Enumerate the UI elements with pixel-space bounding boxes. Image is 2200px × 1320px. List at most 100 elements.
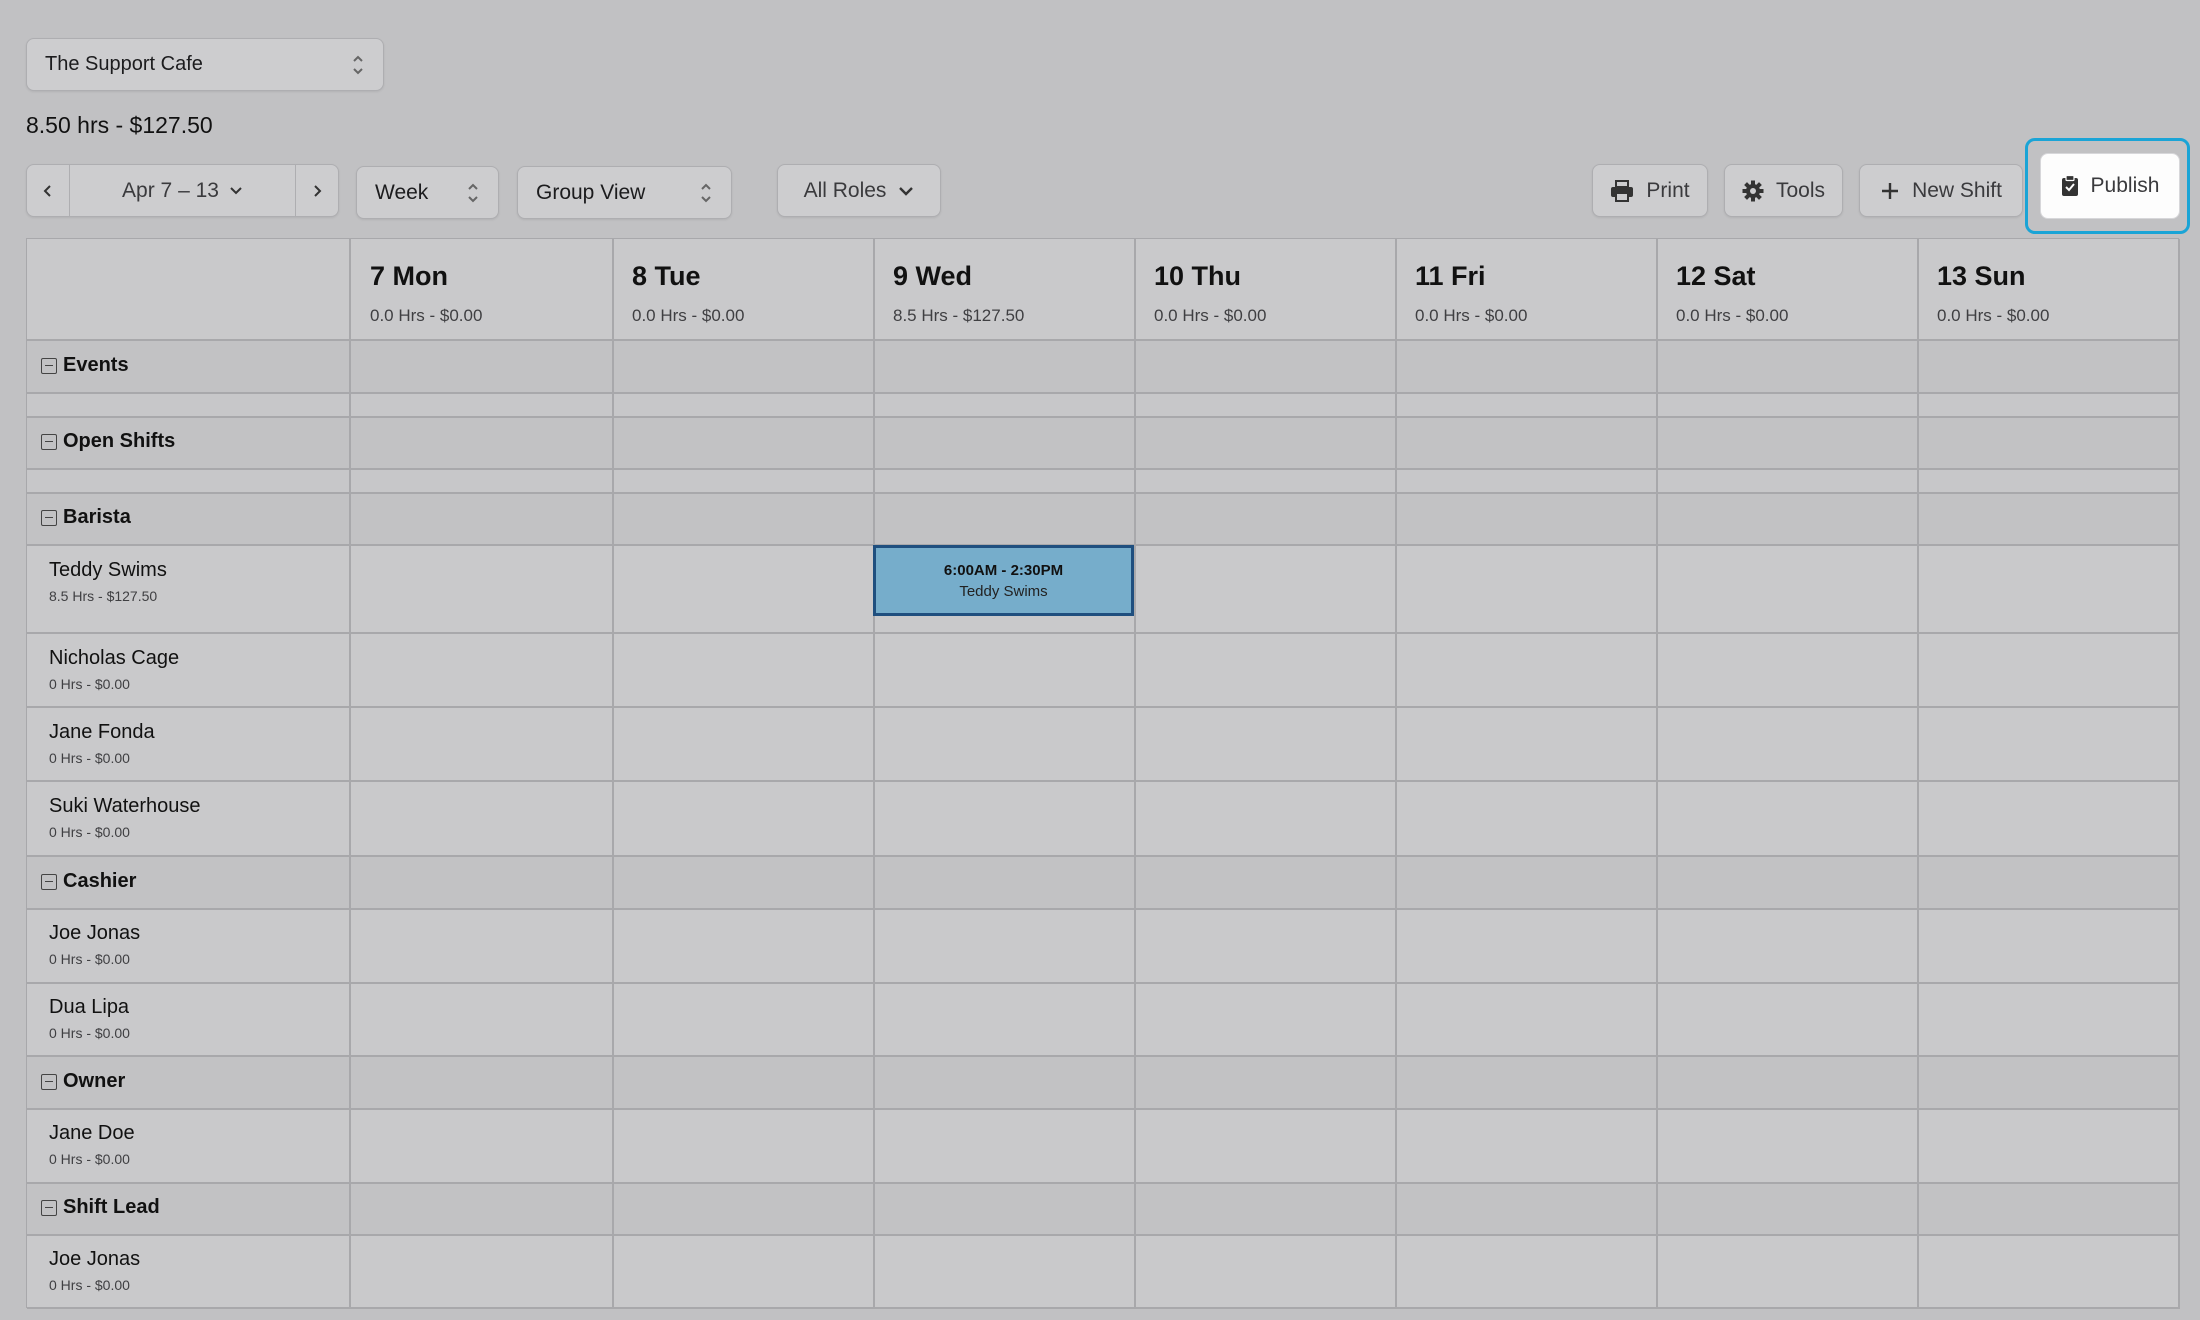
day-name: 12 Sat [1676, 261, 1756, 291]
employee-stats: 0 Hrs - $0.00 [49, 824, 130, 840]
day-name: 7 Mon [370, 261, 448, 291]
employee-stats: 0 Hrs - $0.00 [49, 951, 130, 967]
print-label: Print [1646, 178, 1690, 202]
day-stats: 0.0 Hrs - $0.00 [1676, 306, 1789, 325]
date-range-label: Apr 7 – 13 [122, 178, 219, 202]
day-stats: 0.0 Hrs - $0.00 [370, 306, 483, 325]
employee-name: Nicholas Cage [49, 647, 180, 669]
chevron-up-down-icon [699, 180, 713, 206]
clipboard-check-icon [2061, 175, 2078, 196]
day-name: 9 Wed [893, 261, 973, 291]
shift-employee: Teddy Swims [959, 582, 1048, 600]
new-shift-button[interactable]: New Shift [1859, 164, 2023, 217]
group-toggle-open-shifts[interactable]: Open Shifts [41, 430, 175, 453]
day-header: 8 Tue 0.0 Hrs - $0.00 [632, 261, 744, 326]
shift-time: 6:00AM - 2:30PM [943, 561, 1064, 579]
tools-label: Tools [1775, 178, 1826, 202]
employee-name: Jane Doe [49, 1122, 135, 1144]
group-label-cashier: Cashier [63, 870, 137, 892]
group-label-open-shifts: Open Shifts [63, 430, 176, 452]
employee-stats: 8.5 Hrs - $127.50 [49, 588, 158, 604]
employee-row-label: Nicholas Cage 0 Hrs - $0.00 [49, 647, 179, 692]
employee-name: Joe Jonas [49, 1248, 141, 1270]
employee-stats: 0 Hrs - $0.00 [49, 1025, 130, 1041]
publish-label: Publish [2090, 174, 2160, 197]
group-view-select[interactable]: Group View [517, 166, 732, 219]
group-toggle-cashier[interactable]: Cashier [41, 870, 136, 893]
chevron-down-icon [899, 186, 914, 196]
employee-stats: 0 Hrs - $0.00 [49, 1151, 130, 1167]
publish-button[interactable]: Publish [2040, 153, 2180, 219]
day-stats: 0.0 Hrs - $0.00 [1937, 306, 2050, 325]
next-week-button[interactable] [296, 165, 338, 216]
day-stats: 0.0 Hrs - $0.00 [1154, 306, 1267, 325]
date-navigator: Apr 7 – 13 [26, 164, 339, 217]
location-select[interactable]: The Support Cafe [26, 38, 384, 91]
group-view-value: Group View [536, 180, 646, 204]
plus-icon [1882, 182, 1899, 199]
collapse-icon [41, 433, 57, 450]
shift-block[interactable]: 6:00AM - 2:30PM Teddy Swims [873, 545, 1134, 616]
employee-row-label: Suki Waterhouse 0 Hrs - $0.00 [49, 795, 201, 840]
collapse-icon [41, 509, 57, 526]
employee-row-label: Joe Jonas 0 Hrs - $0.00 [49, 922, 140, 967]
employee-name: Joe Jonas [49, 922, 141, 944]
employee-stats: 0 Hrs - $0.00 [49, 676, 130, 692]
group-label-owner: Owner [63, 1070, 126, 1092]
day-header: 12 Sat 0.0 Hrs - $0.00 [1676, 261, 1788, 326]
day-header: 9 Wed 8.5 Hrs - $127.50 [893, 261, 1024, 326]
publish-highlight: Publish [2025, 138, 2190, 234]
day-stats: 0.0 Hrs - $0.00 [632, 306, 745, 325]
day-stats: 8.5 Hrs - $127.50 [893, 306, 1025, 325]
schedule-summary: 8.50 hrs - $127.50 [26, 112, 213, 138]
employee-row-label: Teddy Swims 8.5 Hrs - $127.50 [49, 559, 167, 604]
day-header: 11 Fri 0.0 Hrs - $0.00 [1415, 261, 1527, 326]
roles-filter-dropdown[interactable]: All Roles [777, 164, 941, 217]
group-toggle-barista[interactable]: Barista [41, 506, 131, 529]
day-stats: 0.0 Hrs - $0.00 [1415, 306, 1528, 325]
employee-stats: 0 Hrs - $0.00 [49, 1277, 130, 1293]
employee-row-label: Dua Lipa 0 Hrs - $0.00 [49, 996, 130, 1041]
chevron-up-down-icon [351, 52, 365, 78]
schedule-grid: Events Open Shifts Barista Cashier Owner… [26, 238, 2180, 1309]
employee-name: Suki Waterhouse [49, 795, 201, 817]
chevron-right-icon [314, 184, 322, 197]
day-name: 11 Fri [1415, 261, 1486, 291]
employee-name: Dua Lipa [49, 996, 130, 1018]
collapse-icon [41, 1199, 57, 1216]
employee-name: Teddy Swims [49, 559, 167, 581]
employee-stats: 0 Hrs - $0.00 [49, 750, 130, 766]
employee-row-label: Jane Doe 0 Hrs - $0.00 [49, 1122, 135, 1167]
group-toggle-events[interactable]: Events [41, 354, 129, 377]
printer-icon [1611, 179, 1634, 202]
roles-filter-label: All Roles [803, 178, 887, 202]
group-label-shift-lead: Shift Lead [63, 1196, 160, 1218]
day-name: 8 Tue [632, 261, 701, 291]
day-name: 10 Thu [1154, 261, 1242, 291]
day-name: 13 Sun [1937, 261, 2026, 291]
day-header: 7 Mon 0.0 Hrs - $0.00 [370, 261, 482, 326]
group-toggle-shift-lead[interactable]: Shift Lead [41, 1196, 160, 1219]
collapse-icon [41, 357, 57, 374]
date-range-picker[interactable]: Apr 7 – 13 [69, 165, 296, 216]
day-header: 13 Sun 0.0 Hrs - $0.00 [1937, 261, 2049, 326]
new-shift-label: New Shift [1912, 178, 2002, 202]
previous-week-button[interactable] [27, 165, 69, 216]
view-mode-select[interactable]: Week [356, 166, 499, 219]
employee-row-label: Joe Jonas 0 Hrs - $0.00 [49, 1248, 140, 1293]
chevron-down-icon [230, 186, 242, 194]
employee-row-label: Jane Fonda 0 Hrs - $0.00 [49, 721, 155, 766]
gear-icon [1742, 180, 1764, 201]
group-toggle-owner[interactable]: Owner [41, 1070, 125, 1093]
collapse-icon [41, 1073, 57, 1090]
tools-button[interactable]: Tools [1724, 164, 1843, 217]
day-header: 10 Thu 0.0 Hrs - $0.00 [1154, 261, 1266, 326]
group-label-barista: Barista [63, 506, 131, 528]
group-label-events: Events [63, 354, 129, 376]
employee-name: Jane Fonda [49, 721, 155, 743]
print-button[interactable]: Print [1592, 164, 1708, 217]
collapse-icon [41, 873, 57, 890]
chevron-up-down-icon [466, 180, 480, 206]
view-mode-value: Week [375, 180, 429, 204]
chevron-left-icon [43, 184, 51, 197]
